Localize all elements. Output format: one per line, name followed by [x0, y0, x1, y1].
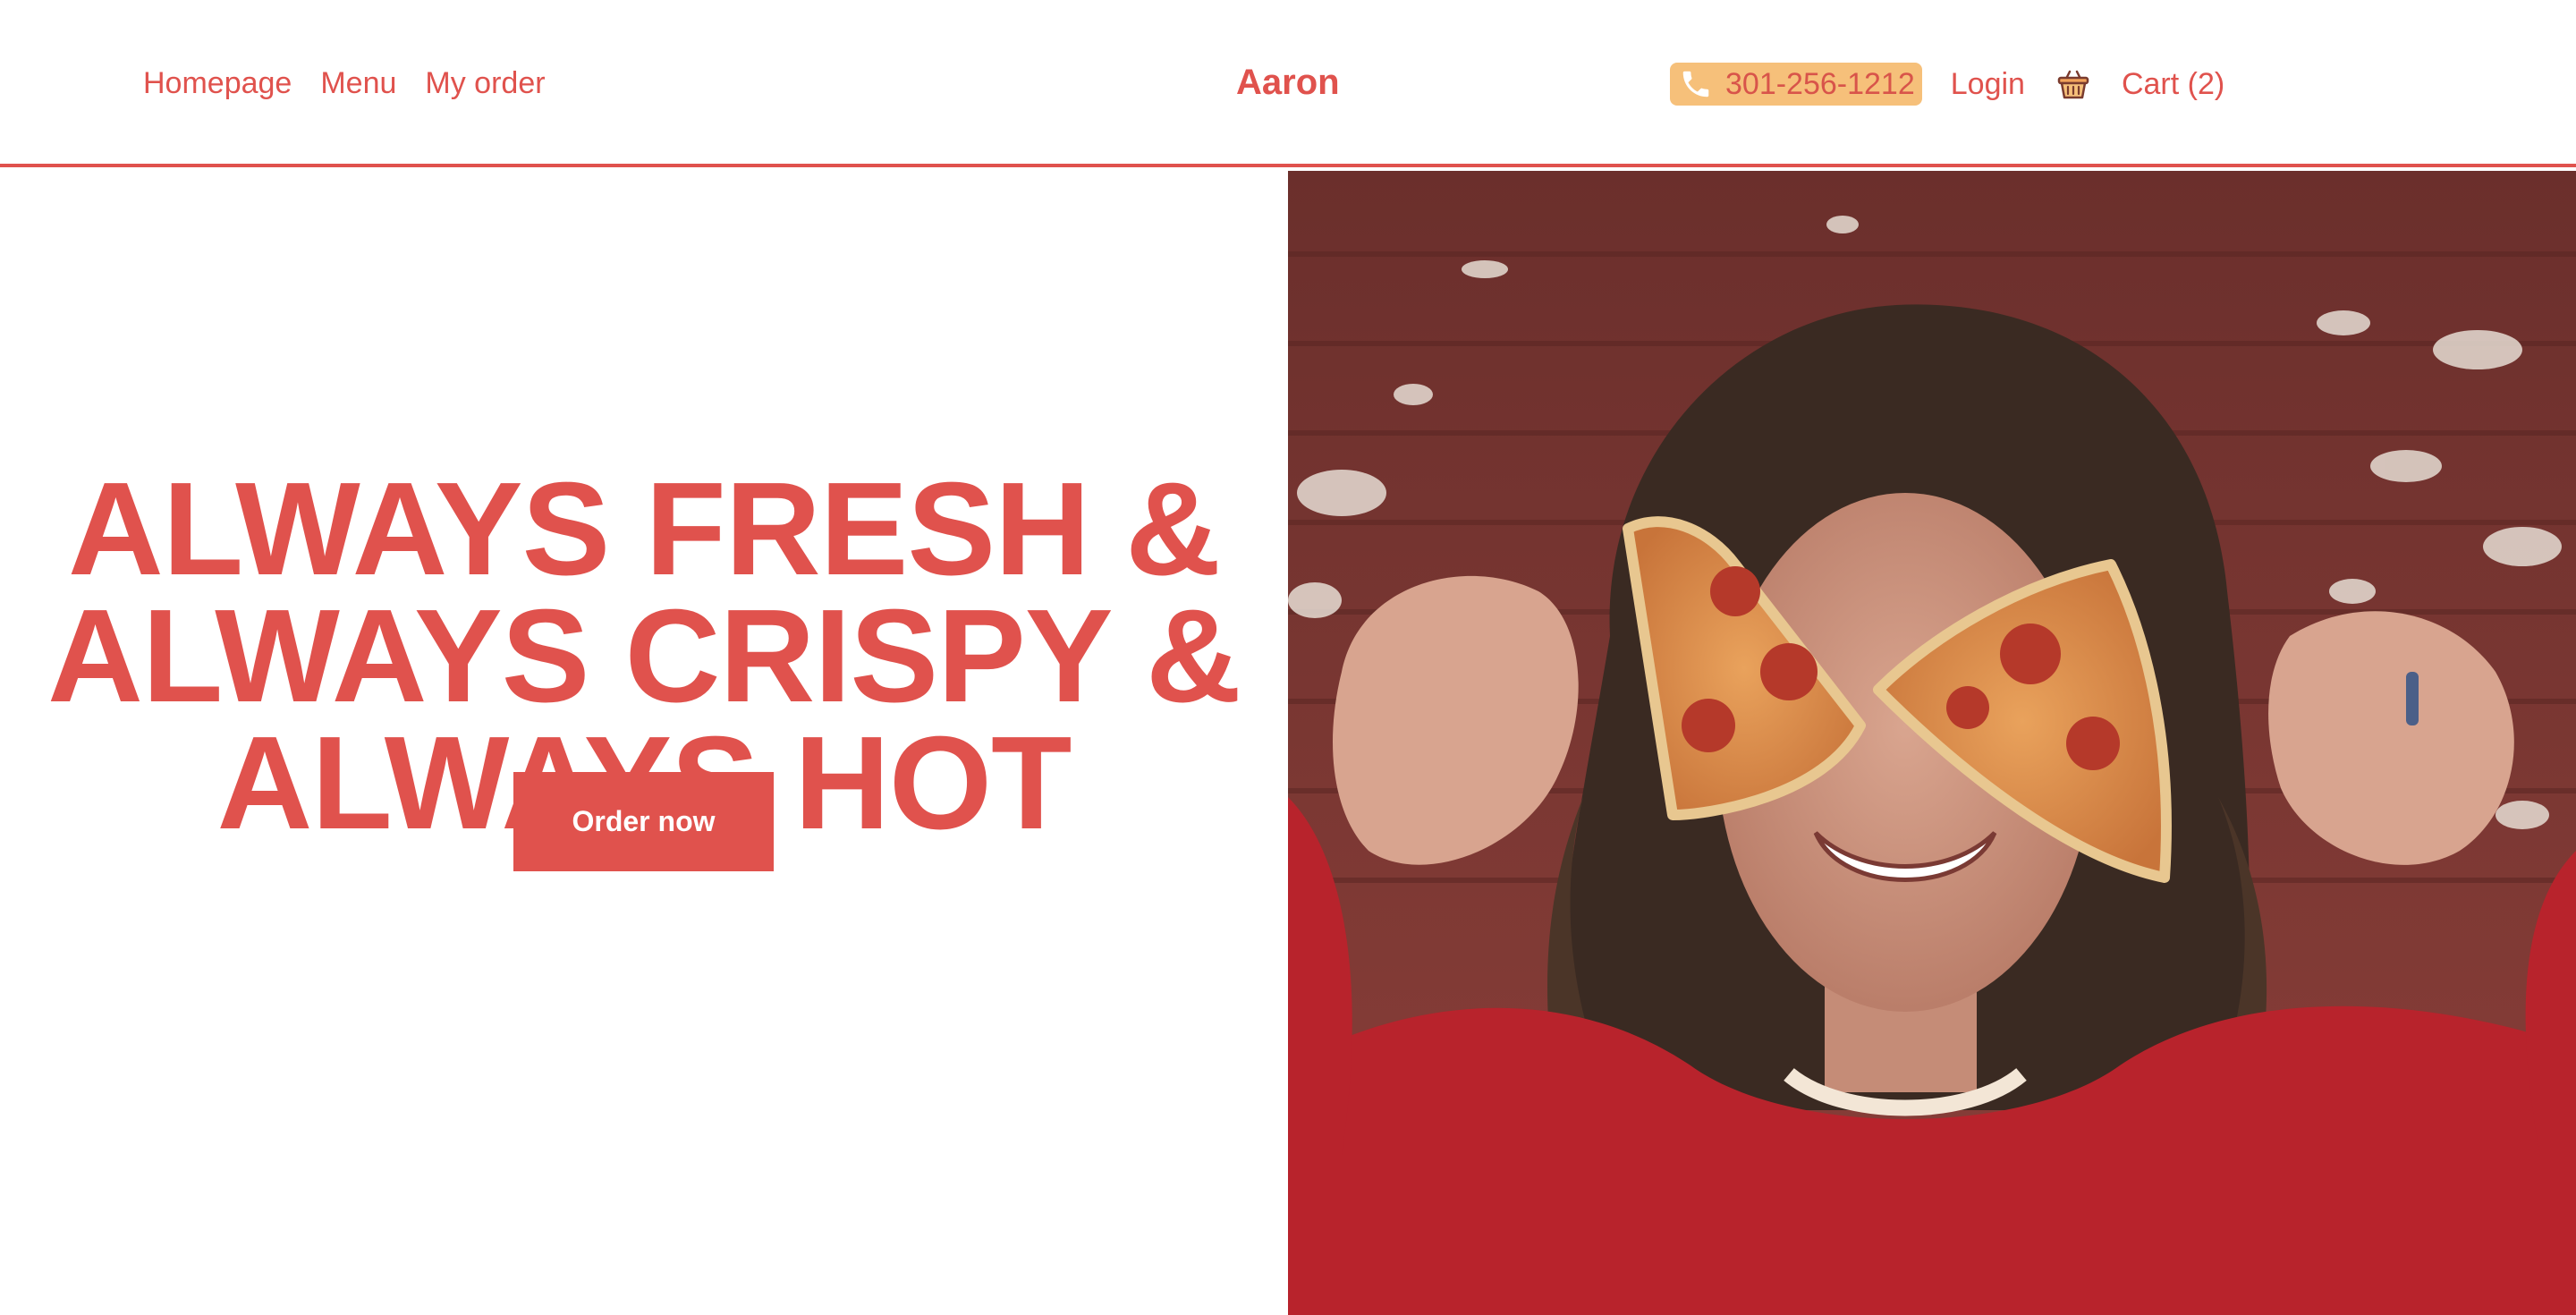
main-nav: Homepage Menu My order [143, 63, 546, 104]
brand-logo[interactable]: Aaron [1236, 59, 1340, 106]
header-actions: 301-256-1212 Login Cart (2) [1670, 63, 2224, 106]
order-now-button[interactable]: Order now [513, 772, 774, 871]
cart-button[interactable]: Cart (2) [2055, 64, 2224, 105]
cart-label: Cart (2) [2121, 67, 2225, 101]
hero-photo [1288, 171, 2576, 1315]
headline-line-2: ALWAYS CRISPY & [47, 582, 1241, 730]
hero-section: ALWAYS FRESH & ALWAYS CRISPY & ALWAYS HO… [0, 171, 1288, 1315]
basket-icon [2057, 70, 2089, 99]
site-header: Homepage Menu My order Aaron 301-256-121… [0, 0, 2576, 167]
phone-number: 301-256-1212 [1725, 67, 1915, 101]
nav-menu-link[interactable]: Menu [320, 63, 396, 104]
phone-icon [1682, 71, 1709, 98]
login-link[interactable]: Login [1951, 64, 2025, 105]
nav-my-order-link[interactable]: My order [425, 63, 545, 104]
headline-line-1: ALWAYS FRESH & [67, 455, 1221, 603]
phone-badge[interactable]: 301-256-1212 [1670, 63, 1922, 106]
nav-homepage-link[interactable]: Homepage [143, 63, 292, 104]
